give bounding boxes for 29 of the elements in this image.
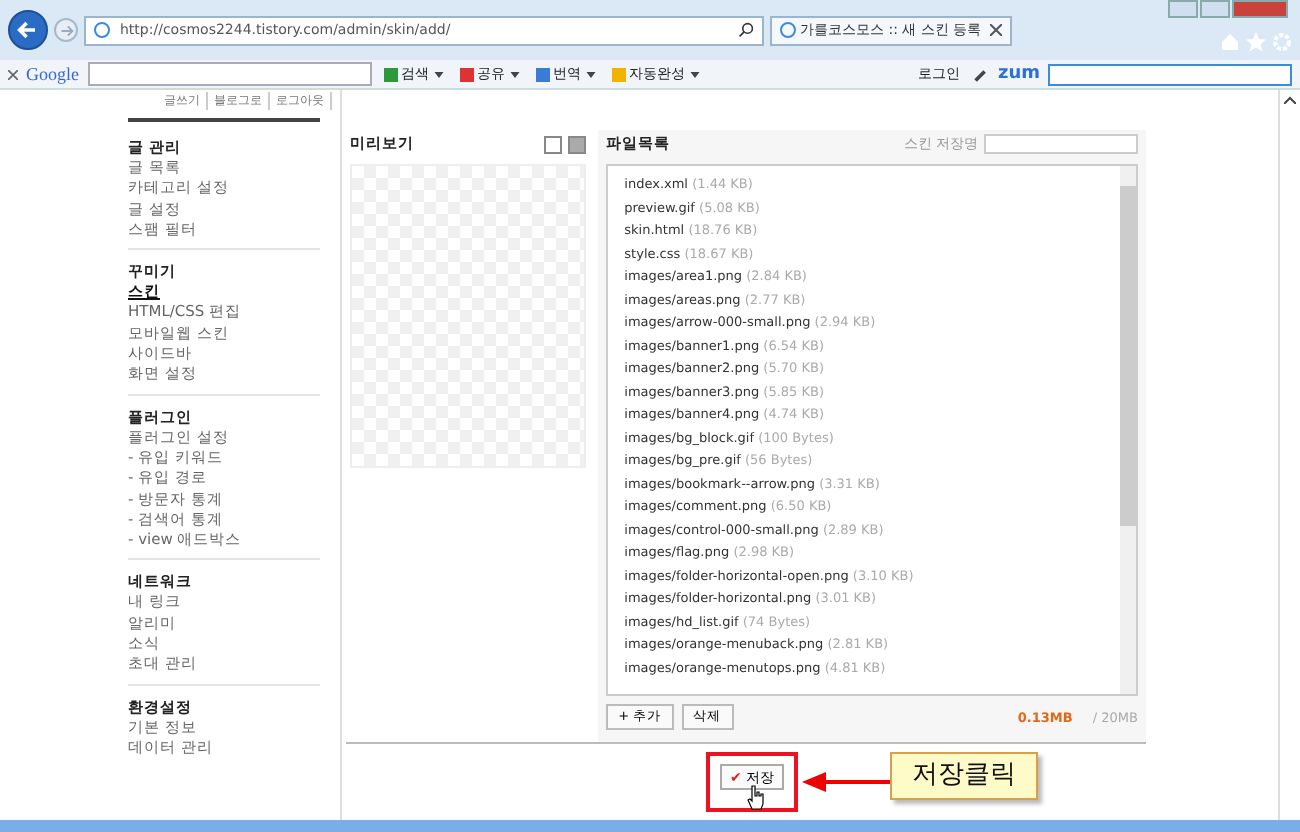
close-button[interactable] bbox=[1232, 0, 1288, 18]
close-toolbar-icon[interactable] bbox=[8, 69, 18, 79]
wrench-icon[interactable] bbox=[971, 65, 990, 83]
dropdown-caret-icon bbox=[585, 71, 595, 77]
dropdown-caret-icon bbox=[509, 71, 519, 77]
skin-name-field[interactable] bbox=[984, 134, 1138, 154]
scrollbar[interactable] bbox=[1120, 166, 1136, 694]
dropdown-caret-icon bbox=[433, 71, 443, 77]
maximize-button[interactable] bbox=[1200, 0, 1230, 18]
search-icon[interactable] bbox=[738, 22, 754, 38]
browser-icon bbox=[94, 22, 110, 38]
callout-note: 저장클릭 bbox=[890, 752, 1038, 801]
dropdown-caret-icon bbox=[689, 71, 699, 77]
search-field[interactable] bbox=[87, 62, 371, 86]
scroll-up-icon[interactable] bbox=[1284, 96, 1296, 104]
portal-search-field[interactable] bbox=[1048, 63, 1292, 85]
forward-button[interactable] bbox=[54, 18, 78, 42]
settings-icon[interactable] bbox=[1272, 32, 1292, 52]
portal-logo: zum bbox=[997, 64, 1040, 84]
close-tab-icon[interactable] bbox=[989, 24, 1002, 36]
star-icon[interactable] bbox=[1246, 32, 1266, 52]
light-background-button[interactable] bbox=[544, 135, 563, 153]
minimize-button[interactable] bbox=[1168, 0, 1198, 18]
hand-cursor-icon bbox=[746, 784, 766, 811]
back-button[interactable] bbox=[8, 10, 48, 50]
forward-arrow-icon bbox=[57, 21, 75, 39]
search-engine-logo: Google bbox=[26, 64, 79, 84]
home-icon[interactable] bbox=[1220, 32, 1240, 52]
dark-background-button[interactable] bbox=[568, 135, 587, 153]
